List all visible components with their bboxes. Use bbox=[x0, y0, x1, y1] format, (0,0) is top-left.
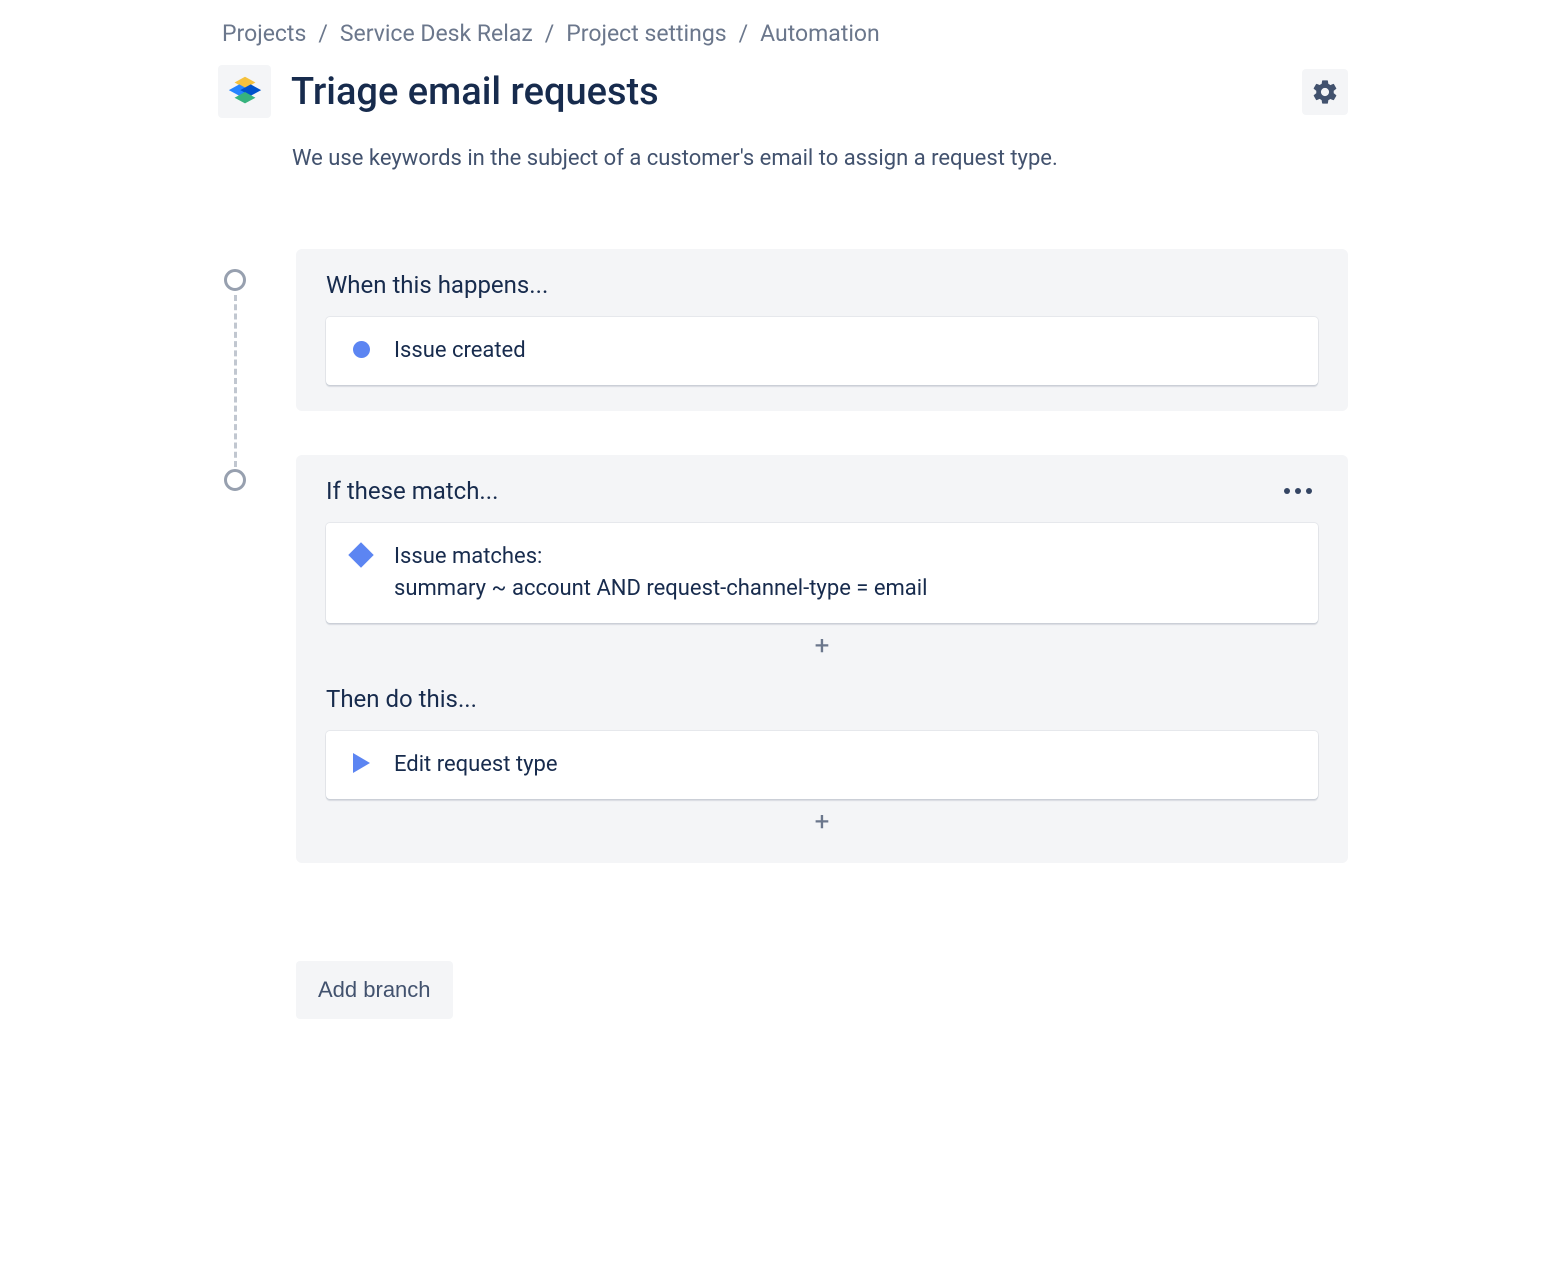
action-label: Edit request type bbox=[394, 749, 558, 781]
add-condition-button[interactable]: + bbox=[326, 623, 1318, 661]
rule-settings-button[interactable] bbox=[1302, 69, 1348, 115]
branch-more-button[interactable] bbox=[1278, 482, 1318, 500]
timeline-connector bbox=[234, 295, 237, 467]
trigger-label: Issue created bbox=[394, 335, 526, 367]
branch-panel: If these match... Issue matches: summary… bbox=[296, 455, 1348, 863]
gear-icon bbox=[1311, 78, 1339, 106]
timeline bbox=[218, 249, 296, 849]
breadcrumb-settings[interactable]: Project settings bbox=[566, 20, 726, 47]
rule-icon bbox=[218, 65, 271, 118]
breadcrumb-sep: / bbox=[318, 20, 328, 47]
add-action-button[interactable]: + bbox=[326, 799, 1318, 837]
rule-description: We use keywords in the subject of a cust… bbox=[292, 146, 1348, 171]
action-card[interactable]: Edit request type bbox=[326, 731, 1318, 799]
trigger-icon bbox=[350, 335, 372, 363]
condition-card[interactable]: Issue matches: summary ~ account AND req… bbox=[326, 523, 1318, 623]
trigger-panel: When this happens... Issue created bbox=[296, 249, 1348, 411]
breadcrumb-projects[interactable]: Projects bbox=[222, 20, 306, 47]
condition-label: Issue matches: bbox=[394, 541, 927, 573]
if-header: If these match... bbox=[326, 477, 498, 505]
breadcrumb-sep: / bbox=[545, 20, 555, 47]
timeline-node-icon bbox=[224, 269, 246, 291]
breadcrumb-project[interactable]: Service Desk Relaz bbox=[340, 20, 533, 47]
trigger-card[interactable]: Issue created bbox=[326, 317, 1318, 385]
trigger-header: When this happens... bbox=[326, 271, 548, 299]
condition-icon bbox=[350, 541, 372, 569]
breadcrumb-sep: / bbox=[739, 20, 749, 47]
page-title: Triage email requests bbox=[291, 70, 1282, 114]
action-icon bbox=[350, 749, 372, 777]
breadcrumb-automation[interactable]: Automation bbox=[760, 20, 880, 47]
then-header: Then do this... bbox=[326, 685, 1318, 713]
add-branch-button[interactable]: Add branch bbox=[296, 961, 453, 1019]
breadcrumb: Projects / Service Desk Relaz / Project … bbox=[218, 20, 1348, 47]
condition-jql: summary ~ account AND request-channel-ty… bbox=[394, 573, 927, 605]
timeline-node-icon bbox=[224, 469, 246, 491]
